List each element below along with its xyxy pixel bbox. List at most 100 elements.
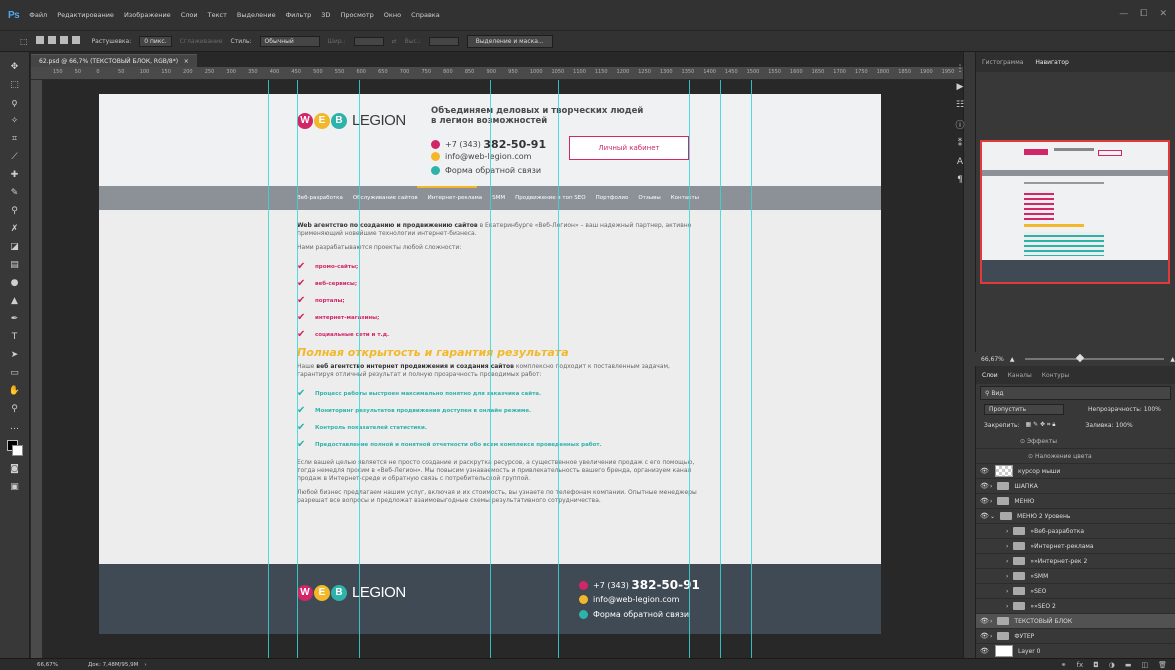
eye-icon[interactable]: 👁︎: [980, 482, 990, 490]
zoom-in-icon[interactable]: ▲: [1170, 356, 1175, 363]
canvas-area[interactable]: W E B LEGION Объединяем деловых и творче…: [43, 80, 963, 658]
chevron-right-icon[interactable]: ›: [990, 498, 992, 505]
guide-line[interactable]: [751, 80, 752, 658]
maximize-icon[interactable]: ⧠: [1140, 9, 1147, 19]
chevron-right-icon[interactable]: ›: [1006, 528, 1008, 535]
layer-row[interactable]: 👁︎ Layer 0: [976, 644, 1175, 659]
guide-line[interactable]: [268, 80, 269, 658]
fill-input[interactable]: 100%: [1116, 422, 1133, 429]
navigator-preview[interactable]: [980, 140, 1170, 284]
chevron-down-icon[interactable]: ⌄: [990, 513, 995, 520]
layer-group-row[interactable]: › »»Интернет-рек 2: [976, 554, 1175, 569]
menu-image[interactable]: Изображение: [124, 11, 171, 19]
more-tools-icon[interactable]: …: [8, 420, 22, 434]
chevron-right-icon[interactable]: ›: [990, 618, 992, 625]
path-select-icon[interactable]: ➤: [8, 348, 22, 362]
document-tab[interactable]: 62.psd @ 66,7% (ТЕКСТОВЫЙ БЛОК, RGB/8*) …: [31, 54, 197, 67]
tab-channels[interactable]: Каналы: [1008, 372, 1032, 379]
menu-3d[interactable]: 3D: [321, 11, 330, 19]
gradient-icon[interactable]: ▤: [8, 258, 22, 272]
chevron-right-icon[interactable]: ›: [990, 633, 992, 640]
nav-item-smm[interactable]: SMM: [492, 195, 505, 201]
layer-effect-item[interactable]: ⊙ Наложение цвета: [976, 449, 1175, 464]
blur-icon[interactable]: ●: [8, 276, 22, 290]
fx-icon[interactable]: fx: [1077, 661, 1084, 669]
nav-item-ads[interactable]: Интернет-реклама: [428, 195, 483, 201]
eye-icon[interactable]: 👁︎: [980, 617, 990, 625]
healing-brush-icon[interactable]: ✚: [8, 168, 22, 182]
close-tab-icon[interactable]: ×: [180, 58, 189, 65]
chevron-right-icon[interactable]: ›: [1006, 603, 1008, 610]
info-icon[interactable]: ⓘ: [955, 118, 964, 131]
layer-group-row[interactable]: 👁︎ › ФУТЕР: [976, 629, 1175, 644]
lasso-tool-icon[interactable]: ϙ: [8, 96, 22, 110]
menu-select[interactable]: Выделение: [237, 11, 276, 19]
guide-line[interactable]: [689, 80, 690, 658]
menu-file[interactable]: Файл: [29, 11, 47, 19]
nav-item-seo[interactable]: Продвижение в топ SEO: [515, 195, 585, 201]
feather-input[interactable]: 0 пикс.: [139, 35, 172, 47]
lock-icons[interactable]: ▦ ✎ ✥ ⌗ 🔒︎: [1026, 421, 1056, 429]
screen-mode-icon[interactable]: ▣: [8, 480, 22, 494]
vertical-ruler[interactable]: [31, 80, 43, 658]
select-and-mask-button[interactable]: Выделение и маска...: [466, 34, 553, 48]
blend-mode-select[interactable]: Пропустить: [984, 403, 1064, 415]
layer-group-row[interactable]: › »»SEO 2: [976, 599, 1175, 614]
menu-view[interactable]: Просмотр: [340, 11, 373, 19]
tab-histogram[interactable]: Гистограмма: [982, 59, 1023, 66]
zoom-slider-knob[interactable]: [1075, 353, 1084, 363]
menu-help[interactable]: Справка: [411, 11, 440, 19]
eye-icon[interactable]: 👁︎: [980, 467, 990, 475]
quick-mask-icon[interactable]: ◙: [8, 462, 22, 476]
antialias-checkbox[interactable]: Сглаживание: [180, 38, 223, 45]
layer-group-row[interactable]: 👁︎ › МЕНЮ: [976, 494, 1175, 509]
shape-tool-icon[interactable]: ▭: [8, 366, 22, 380]
history-icon[interactable]: ⋮: [956, 64, 965, 74]
zoom-tool-icon[interactable]: ⚲: [8, 402, 22, 416]
layer-effects[interactable]: ⊙ Эффекты: [976, 434, 1175, 449]
stamp-tool-icon[interactable]: ⚲: [8, 204, 22, 218]
guide-line[interactable]: [720, 80, 721, 658]
pen-tool-icon[interactable]: ✒: [8, 312, 22, 326]
eye-icon[interactable]: 👁︎: [980, 647, 990, 655]
personal-cabinet-button[interactable]: Личный кабинет: [569, 136, 689, 160]
marquee-tool-icon[interactable]: ⬚: [20, 37, 28, 46]
layer-filter-select[interactable]: ⚲ Вид: [980, 386, 1171, 400]
tab-paths[interactable]: Контуры: [1042, 372, 1069, 379]
brush-settings-icon[interactable]: ⁑: [958, 139, 963, 149]
zoom-value[interactable]: 66,67%: [981, 356, 1004, 363]
selection-mode-icons[interactable]: [35, 36, 84, 46]
character-icon[interactable]: A: [957, 157, 963, 167]
history-brush-icon[interactable]: ✗: [8, 222, 22, 236]
zoom-slider[interactable]: [1024, 353, 1165, 363]
eye-icon[interactable]: 👁︎: [980, 512, 990, 520]
paragraph-icon[interactable]: ¶: [957, 175, 963, 185]
adjust-icon[interactable]: ☷: [956, 100, 964, 110]
guide-line[interactable]: [359, 80, 360, 658]
layer-row[interactable]: 👁︎ курсор мыши: [976, 464, 1175, 479]
tab-layers[interactable]: Слои: [982, 372, 998, 379]
background-color[interactable]: [11, 445, 23, 456]
guide-line[interactable]: [490, 80, 491, 658]
tab-navigator[interactable]: Навигатор: [1035, 59, 1068, 66]
nav-item-support[interactable]: Обслуживание сайтов: [353, 195, 418, 201]
opacity-input[interactable]: 100%: [1144, 406, 1161, 413]
menu-filter[interactable]: Фильтр: [286, 11, 312, 19]
chevron-right-icon[interactable]: ›: [990, 483, 992, 490]
close-icon[interactable]: ✕: [1159, 9, 1167, 19]
hand-tool-icon[interactable]: ✋: [8, 384, 22, 398]
chevron-right-icon[interactable]: ›: [1006, 573, 1008, 580]
style-select[interactable]: Обычный: [259, 35, 320, 47]
status-doc-info[interactable]: Док: 7,48М/95,9М: [88, 662, 138, 668]
layer-group-row[interactable]: › »Веб-разработка: [976, 524, 1175, 539]
nav-item-reviews[interactable]: Отзывы: [638, 195, 660, 201]
marquee-tool-icon[interactable]: ⬚: [8, 78, 22, 92]
dodge-icon[interactable]: ▲: [8, 294, 22, 308]
trash-icon[interactable]: 🗑︎: [1158, 661, 1167, 669]
menu-window[interactable]: Окно: [384, 11, 401, 19]
eyedropper-icon[interactable]: ⟋: [8, 150, 22, 164]
nav-item-portfolio[interactable]: Портфолио: [596, 195, 629, 201]
layer-group-row[interactable]: › »SEO: [976, 584, 1175, 599]
new-layer-icon[interactable]: ◫: [1141, 661, 1148, 669]
menu-text[interactable]: Текст: [208, 11, 227, 19]
